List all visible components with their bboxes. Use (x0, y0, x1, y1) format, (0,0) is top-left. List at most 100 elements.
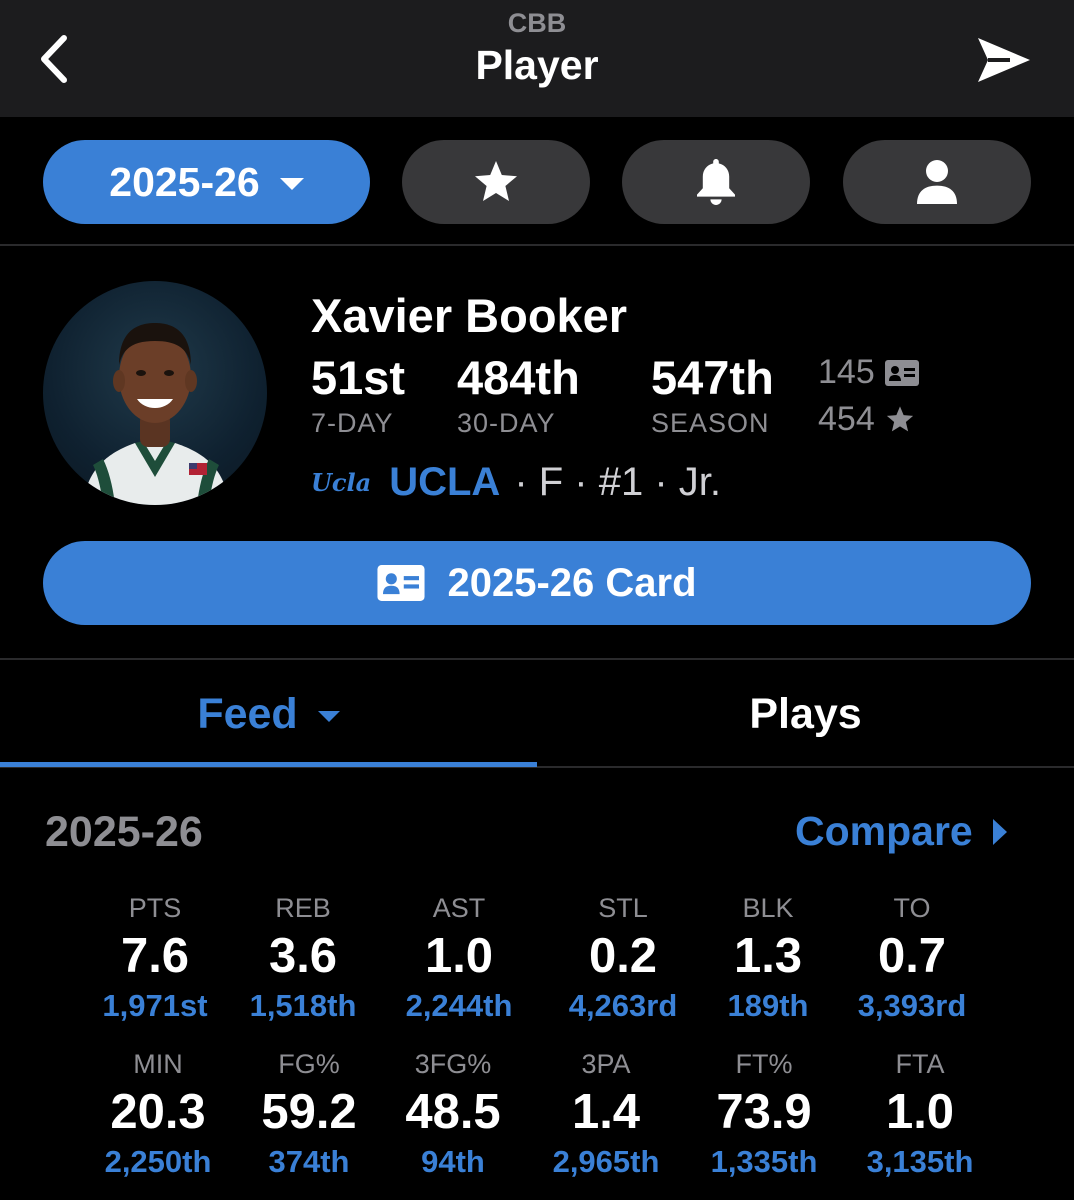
stat-rank: 3,135th (866, 1144, 974, 1179)
stats-season-label: 2025-26 (45, 808, 203, 856)
stat-label: STL (598, 893, 648, 923)
alerts-button[interactable] (622, 140, 810, 224)
season-card-label: 2025-26 Card (447, 560, 697, 605)
send-icon (978, 38, 1030, 82)
tab-feed-label: Feed (197, 689, 298, 738)
stat-pts: PTS 7.6 1,971st (75, 892, 235, 1026)
stat-value: 1.0 (424, 929, 494, 983)
stat-label: FT% (735, 1049, 793, 1079)
id-card-icon (884, 359, 919, 386)
rank-30-day: 484th 30-DAY (457, 350, 580, 439)
stat-value: 1.4 (571, 1085, 641, 1139)
cards-count-value: 145 (818, 353, 875, 391)
rank-season: 547th SEASON (651, 350, 774, 439)
rank-30-day-value: 484th (457, 351, 580, 404)
caret-right-icon (992, 818, 1007, 845)
league-label: CBB (507, 8, 567, 38)
stat-label: TO (893, 893, 931, 923)
player-avatar (43, 281, 267, 505)
stat-rank: 2,965th (552, 1144, 660, 1179)
team-name-link[interactable]: UCLA (389, 460, 500, 505)
player-meta: · F · #1 · Jr. (514, 460, 721, 504)
rank-season-label: SEASON (651, 408, 770, 438)
rank-7-day: 51st 7-DAY (311, 350, 405, 439)
stat-value: 1.0 (885, 1085, 955, 1139)
stat-rank: 2,250th (104, 1144, 212, 1179)
stat-blk: BLK 1.3 189th (688, 892, 848, 1026)
stat-rank: 1,518th (249, 988, 357, 1023)
rank-30-day-label: 30-DAY (457, 408, 556, 438)
stat-3fg-pct: 3FG% 48.5 94th (373, 1048, 533, 1182)
profile-button[interactable] (843, 140, 1031, 224)
stat-label: AST (432, 893, 486, 923)
stat-value: 3.6 (268, 929, 338, 983)
tab-feed[interactable]: Feed (0, 660, 537, 768)
stat-rank: 2,244th (405, 988, 513, 1023)
stat-value: 59.2 (261, 1085, 357, 1139)
stat-value: 0.7 (877, 929, 947, 983)
stat-label: 3FG% (414, 1049, 492, 1079)
stat-fta: FTA 1.0 3,135th (840, 1048, 1000, 1182)
stat-rank: 4,263rd (568, 988, 678, 1023)
rank-7-day-value: 51st (311, 351, 406, 404)
stat-stl: STL 0.2 4,263rd (543, 892, 703, 1026)
stat-label: REB (275, 893, 331, 923)
caret-down-icon (317, 710, 340, 722)
stat-label: FG% (278, 1049, 340, 1079)
star-icon (475, 161, 517, 201)
stat-fg-pct: FG% 59.2 374th (229, 1048, 389, 1182)
compare-label: Compare (795, 808, 973, 854)
player-name: Xavier Booker (311, 289, 628, 342)
favorite-button[interactable] (402, 140, 590, 224)
share-button[interactable] (970, 30, 1036, 90)
caret-down-icon (279, 178, 304, 190)
page-title: Player (475, 42, 599, 88)
stat-rank: 189th (727, 988, 809, 1023)
player-profile: Xavier Booker 51st 7-DAY 484th 30-DAY 54… (0, 248, 1074, 660)
team-logo: Ucla (311, 468, 372, 497)
stat-rank: 374th (268, 1144, 350, 1179)
compare-link[interactable]: Compare (795, 808, 1007, 855)
id-card-icon (377, 565, 426, 601)
player-photo (83, 323, 229, 505)
tab-plays-label: Plays (749, 689, 862, 738)
stars-count: 454 (818, 400, 915, 439)
stat-rank: 94th (421, 1144, 485, 1179)
season-selector[interactable]: 2025-26 (43, 140, 370, 224)
season-selector-label: 2025-26 (109, 158, 260, 205)
stat-label: FTA (895, 1049, 945, 1079)
stat-label: PTS (128, 893, 182, 923)
nav-header: CBB Player (0, 0, 1074, 117)
stat-reb: REB 3.6 1,518th (223, 892, 383, 1026)
season-card-button[interactable]: 2025-26 Card (43, 541, 1031, 625)
content-tabs: Feed Plays (0, 660, 1074, 768)
active-tab-indicator (0, 762, 537, 767)
rank-7-day-label: 7-DAY (311, 408, 394, 438)
stat-ft-pct: FT% 73.9 1,335th (684, 1048, 844, 1182)
stat-value: 20.3 (110, 1085, 206, 1139)
star-icon (886, 406, 913, 432)
tab-plays[interactable]: Plays (537, 660, 1074, 768)
stat-rank: 3,393rd (857, 988, 967, 1023)
stat-value: 0.2 (588, 929, 658, 983)
player-toolbar: 2025-26 (0, 117, 1074, 246)
stat-label: MIN (133, 1049, 183, 1079)
stat-value: 48.5 (405, 1085, 501, 1139)
team-info: Ucla UCLA · F · #1 · Jr. (311, 460, 721, 505)
stat-label: 3PA (581, 1049, 631, 1079)
stat-rank: 1,971st (102, 988, 208, 1023)
bell-icon (697, 159, 735, 205)
stars-count-value: 454 (818, 400, 875, 438)
stat-value: 73.9 (716, 1085, 812, 1139)
stat-value: 7.6 (120, 929, 190, 983)
person-icon (917, 160, 957, 204)
stat-to: TO 0.7 3,393rd (832, 892, 992, 1026)
stat-value: 1.3 (733, 929, 803, 983)
stat-min: MIN 20.3 2,250th (78, 1048, 238, 1182)
stat-rank: 1,335th (710, 1144, 818, 1179)
stat-label: BLK (742, 893, 794, 923)
cards-count: 145 (818, 353, 919, 392)
stat-ast: AST 1.0 2,244th (379, 892, 539, 1026)
rank-season-value: 547th (651, 351, 774, 404)
stat-3pa: 3PA 1.4 2,965th (526, 1048, 686, 1182)
